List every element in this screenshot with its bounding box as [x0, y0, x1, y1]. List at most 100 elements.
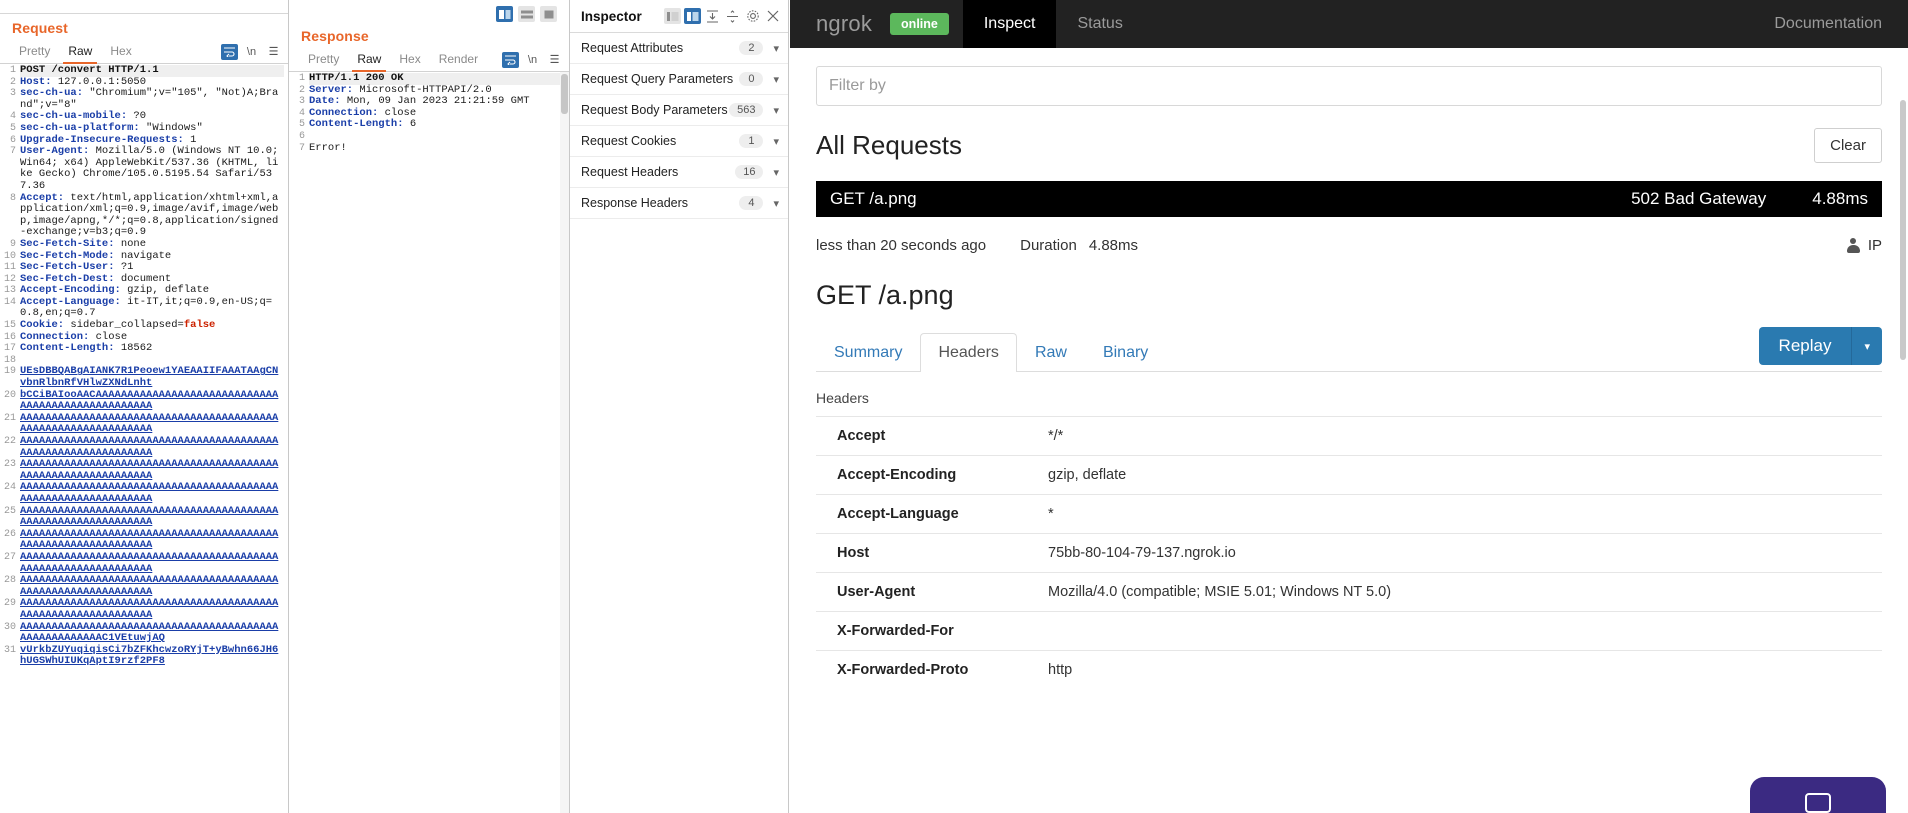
response-scroll-thumb[interactable]	[561, 74, 568, 114]
tab-request-pretty[interactable]: Pretty	[10, 41, 59, 63]
code-line: 7 Error!	[289, 142, 569, 155]
inspector-row-count: 16	[735, 165, 764, 179]
gear-icon[interactable]	[744, 8, 761, 24]
code-line: 24 AAAAAAAAAAAAAAAAAAAAAAAAAAAAAAAAAAAAAA…	[0, 482, 288, 505]
line-number: 7	[298, 142, 305, 154]
line-content: Accept: text/html,application/xhtml+xml,…	[20, 191, 279, 239]
line-number: 29	[3, 598, 16, 610]
burp-suite-panel: Request Pretty Raw Hex \n ☰ 1 POST /conve…	[0, 0, 790, 813]
header-row: User-Agent Mozilla/4.0 (compatible; MSIE …	[816, 572, 1882, 611]
inspector-row[interactable]: Request Cookies 1 ▾	[570, 126, 788, 157]
response-scrollbar[interactable]	[560, 72, 569, 813]
chevron-down-icon[interactable]: ▾	[773, 197, 779, 210]
line-content: AAAAAAAAAAAAAAAAAAAAAAAAAAAAAAAAAAAAAAAA…	[20, 574, 279, 598]
tab-headers[interactable]: Headers	[920, 333, 1017, 372]
menu-icon[interactable]: ☰	[546, 52, 563, 68]
ngrok-scrollbar-thumb[interactable]	[1900, 100, 1906, 360]
header-value: gzip, deflate	[1048, 467, 1127, 483]
line-content: bCCiBAIooAACAAAAAAAAAAAAAAAAAAAAAAAAAAAA…	[20, 388, 279, 413]
line-number: 11	[3, 262, 16, 274]
layout-right-icon[interactable]	[684, 8, 701, 24]
inspector-row-count: 563	[729, 103, 764, 117]
nav-status[interactable]: Status	[1056, 0, 1143, 48]
response-tabs: Pretty Raw Hex Render \n ☰	[289, 48, 569, 72]
status-badge: online	[890, 13, 949, 35]
line-content: AAAAAAAAAAAAAAAAAAAAAAAAAAAAAAAAAAAAAAAA…	[20, 435, 279, 459]
chat-widget-button[interactable]	[1750, 777, 1886, 813]
line-number: 21	[3, 412, 16, 424]
header-key: User-Agent	[837, 584, 916, 600]
code-line: 26 AAAAAAAAAAAAAAAAAAAAAAAAAAAAAAAAAAAAAA…	[0, 528, 288, 552]
inspector-row[interactable]: Request Attributes 2 ▾	[570, 33, 788, 64]
filter-input[interactable]	[829, 77, 1869, 95]
chevron-down-icon[interactable]: ▾	[773, 73, 779, 86]
split-vertical-icon[interactable]	[496, 6, 513, 22]
code-line: 27 AAAAAAAAAAAAAAAAAAAAAAAAAAAAAAAAAAAAAA…	[0, 551, 288, 575]
clear-button[interactable]: Clear	[1814, 128, 1882, 163]
newline-icon[interactable]: \n	[243, 44, 260, 60]
inspector-row[interactable]: Request Query Parameters 0 ▾	[570, 64, 788, 95]
tab-response-raw[interactable]: Raw	[348, 49, 390, 72]
code-line: 22 AAAAAAAAAAAAAAAAAAAAAAAAAAAAAAAAAAAAAA…	[0, 435, 288, 459]
tab-request-raw[interactable]: Raw	[59, 41, 101, 64]
tab-request-hex[interactable]: Hex	[101, 41, 140, 63]
request-pane-topbar	[0, 0, 288, 14]
code-line: 7 User-Agent: Mozilla/5.0 (Windows NT 10.…	[0, 145, 288, 192]
headers-table: Accept */* Accept-Encoding gzip, deflate Acc…	[816, 416, 1882, 689]
collapse-all-icon[interactable]	[704, 8, 721, 24]
layout-left-icon[interactable]	[664, 8, 681, 24]
wrap-lines-icon[interactable]	[502, 51, 519, 68]
tab-summary[interactable]: Summary	[816, 333, 920, 372]
request-detail-title: GET /a.png	[816, 280, 954, 310]
menu-icon[interactable]: ☰	[265, 44, 282, 60]
code-line: 28 AAAAAAAAAAAAAAAAAAAAAAAAAAAAAAAAAAAAAA…	[0, 574, 288, 598]
close-icon[interactable]	[764, 8, 781, 24]
chevron-down-icon[interactable]: ▾	[773, 104, 779, 117]
tab-binary[interactable]: Binary	[1085, 333, 1166, 372]
split-horizontal-icon[interactable]	[518, 6, 535, 22]
code-line: 31 vUrkbZUYuqiqisCi7bZFKhcwzoRYjT+yBwhn66…	[0, 644, 288, 668]
single-pane-icon[interactable]	[540, 6, 557, 22]
request-code-view[interactable]: 1 POST /convert HTTP/1.1 2 Host: 127.0.0.1:…	[0, 64, 288, 813]
line-content: Accept-Language: it-IT,it;q=0.9,en-US;q=…	[20, 295, 273, 320]
chevron-down-icon[interactable]: ▾	[773, 42, 779, 55]
line-content: sec-ch-ua: "Chromium";v="105", "Not)A;Br…	[20, 87, 279, 111]
ngrok-logo: ngrok	[816, 11, 873, 36]
request-list-item[interactable]: GET /a.png 502 Bad Gateway 4.88ms	[816, 181, 1882, 217]
chevron-down-icon[interactable]: ▾	[773, 135, 779, 148]
detail-tabs: Summary Headers Raw Binary Replay ▾	[816, 327, 1882, 372]
request-lines: 1 POST /convert HTTP/1.1 2 Host: 127.0.0.1:…	[0, 64, 288, 668]
line-number: 26	[3, 528, 16, 540]
line-content: AAAAAAAAAAAAAAAAAAAAAAAAAAAAAAAAAAAAAAAA…	[20, 411, 279, 436]
replay-button[interactable]: Replay	[1758, 327, 1852, 365]
inspector-row-count: 1	[739, 134, 764, 148]
inspector-row[interactable]: Response Headers 4 ▾	[570, 188, 788, 219]
tab-response-pretty[interactable]: Pretty	[299, 49, 348, 71]
line-number: 3	[9, 88, 16, 100]
line-number: 13	[3, 285, 16, 297]
nav-inspect[interactable]: Inspect	[962, 0, 1057, 48]
nav-documentation[interactable]: Documentation	[1774, 15, 1882, 33]
request-meta: less than 20 seconds ago Duration 4.88ms…	[816, 237, 1882, 254]
newline-icon[interactable]: \n	[524, 52, 541, 68]
line-number: 9	[9, 238, 16, 250]
request-duration: 4.88ms	[1812, 189, 1868, 208]
line-content: Content-Length: 18562	[20, 342, 153, 355]
wrap-lines-icon[interactable]	[221, 43, 238, 60]
response-pane-title: Response	[301, 28, 369, 44]
inspector-row[interactable]: Request Body Parameters 563 ▾	[570, 95, 788, 126]
tab-raw[interactable]: Raw	[1017, 333, 1085, 372]
line-content: AAAAAAAAAAAAAAAAAAAAAAAAAAAAAAAAAAAAAAAA…	[20, 458, 279, 482]
chevron-down-icon[interactable]: ▾	[773, 166, 779, 179]
filter-container[interactable]	[816, 66, 1882, 106]
response-code-view[interactable]: 1 HTTP/1.1 200 OK 2 Server: Microsoft-HTTPA…	[289, 72, 569, 813]
line-content: AAAAAAAAAAAAAAAAAAAAAAAAAAAAAAAAAAAAAAAA…	[20, 481, 279, 505]
expand-all-icon[interactable]	[724, 8, 741, 24]
header-value: http	[1048, 662, 1073, 678]
inspector-row[interactable]: Request Headers 16 ▾	[570, 157, 788, 188]
tab-response-render[interactable]: Render	[430, 49, 487, 71]
person-icon	[1846, 238, 1860, 253]
replay-dropdown-caret-icon[interactable]: ▾	[1851, 327, 1882, 365]
inspector-toolbar	[664, 8, 781, 24]
tab-response-hex[interactable]: Hex	[390, 49, 429, 71]
